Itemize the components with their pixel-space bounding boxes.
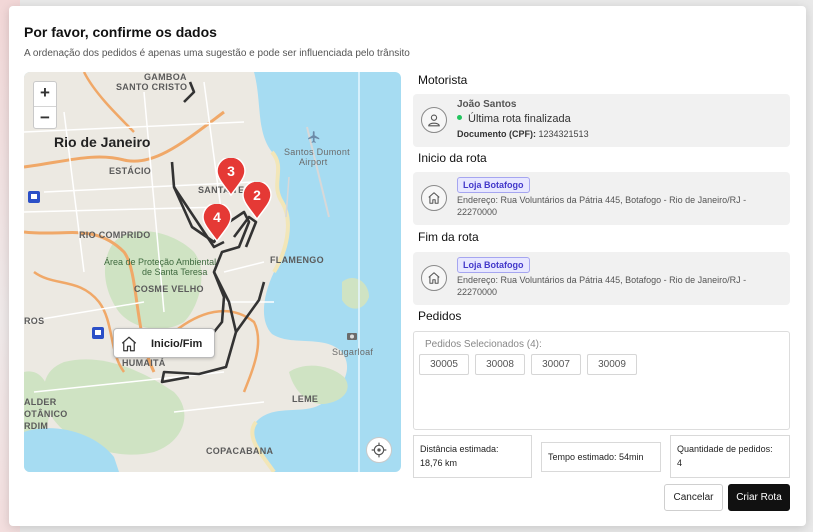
- start-section-title: Inicio da rota: [418, 151, 487, 165]
- start-end-marker[interactable]: Inicio/Fim: [113, 328, 215, 358]
- user-icon: [428, 114, 440, 127]
- map-label-santo-cristo: SANTO CRISTO: [116, 82, 188, 92]
- map-label-alder: ALDER: [24, 397, 57, 407]
- driver-document-value: 1234321513: [538, 129, 589, 139]
- driver-status: Última rota finalizada: [457, 113, 571, 125]
- end-section-title: Fim da rota: [418, 230, 479, 244]
- viewpoint-icon: [347, 333, 357, 340]
- create-route-button[interactable]: Criar Rota: [728, 484, 790, 511]
- start-location-avatar: [421, 185, 447, 211]
- map-label-rio-comprido: RIO COMPRIDO: [79, 230, 151, 240]
- start-location-card: Loja Botafogo Endereço: Rua Voluntários …: [413, 172, 790, 225]
- metro-station-icon: [92, 327, 104, 339]
- start-address: Endereço: Rua Voluntários da Pátria 445,…: [457, 195, 747, 217]
- order-count-value: 4: [677, 458, 683, 468]
- distance-label: Distância estimada:: [420, 444, 499, 454]
- map-label-copacabana: COPACABANA: [206, 446, 274, 456]
- distance-value: 18,76 km: [420, 458, 458, 468]
- order-count-stat: Quantidade de pedidos: 4: [670, 435, 790, 478]
- crosshair-icon: [371, 442, 387, 458]
- zoom-control: + −: [33, 81, 57, 129]
- map-label-area-protecao-2: de Santa Teresa: [142, 267, 208, 277]
- order-chip[interactable]: 30005: [419, 354, 469, 375]
- home-icon: [428, 192, 440, 204]
- start-store-badge: Loja Botafogo: [457, 177, 530, 193]
- cancel-button[interactable]: Cancelar: [664, 484, 723, 511]
- map-label-santos-dumont: Santos Dumont: [284, 147, 350, 157]
- map-label-flamengo: FLAMENGO: [270, 255, 324, 265]
- start-end-label: Inicio/Fim: [151, 338, 203, 350]
- map-label-area-protecao-1: Área de Proteção Ambiental: [104, 257, 217, 267]
- map-label-ros: ROS: [24, 316, 45, 326]
- map-label-humaita: HUMAITÁ: [122, 358, 166, 368]
- map-label-gamboa: GAMBOA: [144, 72, 187, 82]
- status-dot: [457, 115, 462, 120]
- map-label-leme: LEME: [292, 394, 319, 404]
- driver-avatar: [421, 107, 447, 133]
- order-chip[interactable]: 30007: [531, 354, 581, 375]
- order-chip[interactable]: 30009: [587, 354, 637, 375]
- airport-icon: [308, 131, 320, 143]
- time-stat: Tempo estimado: 54min: [541, 442, 661, 472]
- driver-name: João Santos: [457, 99, 517, 110]
- order-count-label: Quantidade de pedidos:: [677, 444, 773, 454]
- end-location-card: Loja Botafogo Endereço: Rua Voluntários …: [413, 252, 790, 305]
- distance-stat: Distância estimada: 18,76 km: [413, 435, 532, 478]
- metro-station-icon: [28, 191, 40, 203]
- selected-orders-box: Pedidos Selecionados (4): 30005 30008 30…: [413, 331, 790, 430]
- zoom-in-button[interactable]: +: [34, 82, 56, 106]
- end-address: Endereço: Rua Voluntários da Pátria 445,…: [457, 275, 747, 297]
- locate-button[interactable]: [366, 437, 392, 463]
- map-pin-number: 4: [213, 209, 221, 225]
- end-store-badge: Loja Botafogo: [457, 257, 530, 273]
- home-icon: [121, 336, 137, 352]
- order-chip[interactable]: 30008: [475, 354, 525, 375]
- map-label-rdim: RDIM: [24, 421, 49, 431]
- modal-title: Por favor, confirme os dados: [24, 24, 217, 40]
- selected-orders-header: Pedidos Selecionados (4):: [425, 339, 542, 350]
- home-icon: [428, 272, 440, 284]
- driver-document-label: Documento (CPF):: [457, 129, 536, 139]
- map-pin-stop[interactable]: 4: [202, 202, 232, 243]
- confirm-route-modal: Por favor, confirme os dados A ordenação…: [9, 6, 806, 526]
- map-label-rio: Rio de Janeiro: [54, 134, 151, 150]
- time-value: Tempo estimado: 54min: [548, 452, 644, 462]
- map-pin-number: 3: [227, 163, 235, 179]
- order-chip-list: 30005 30008 30007 30009: [419, 354, 637, 375]
- map-label-airport: Airport: [299, 157, 328, 167]
- map-label-botanico: OTÂNICO: [24, 409, 68, 419]
- map-label-cosme-velho: COSME VELHO: [134, 284, 204, 294]
- map-pin-number: 2: [253, 187, 261, 203]
- orders-section-title: Pedidos: [418, 309, 462, 323]
- driver-section-title: Motorista: [418, 73, 468, 87]
- modal-subtitle: A ordenação dos pedidos é apenas uma sug…: [24, 48, 410, 59]
- driver-status-text: Última rota finalizada: [468, 113, 571, 125]
- end-location-avatar: [421, 265, 447, 291]
- driver-card: João Santos Última rota finalizada Docum…: [413, 94, 790, 147]
- map-label-sugarloaf: Sugarloaf: [332, 347, 374, 357]
- zoom-out-button[interactable]: −: [34, 106, 56, 130]
- route-map[interactable]: + − GAMBOA SANTO CRISTO Rio de Janeiro E…: [24, 72, 401, 472]
- driver-document: Documento (CPF): 1234321513: [457, 129, 589, 139]
- map-pin-stop[interactable]: 2: [242, 180, 272, 221]
- map-base: [24, 72, 369, 472]
- map-label-estacio: ESTÁCIO: [109, 166, 152, 176]
